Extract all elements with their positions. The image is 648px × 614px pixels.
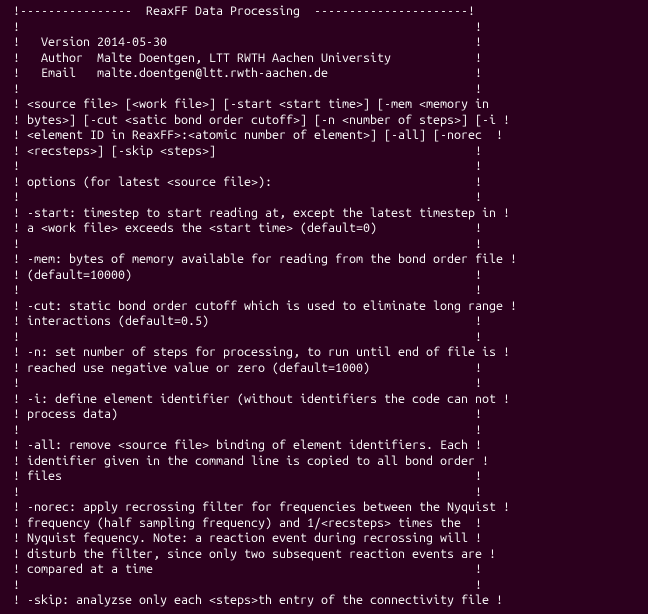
terminal-line: ! ! [6,159,642,175]
terminal-line: ! ! [6,190,642,206]
terminal-output: !---------------- ReaxFF Data Processing… [6,4,642,609]
terminal-line: ! Nyquist fequency. Note: a reaction eve… [6,531,642,547]
terminal-line: ! -skip: analyzse only each <steps>th en… [6,593,642,609]
terminal-line: ! a <work file> exceeds the <start time>… [6,221,642,237]
terminal-line: ! -i: define element identifier (without… [6,392,642,408]
terminal-line: ! Author Malte Doentgen, LTT RWTH Aachen… [6,51,642,67]
terminal-line: ! -all: remove <source file> binding of … [6,438,642,454]
terminal-line: ! -n: set number of steps for processing… [6,345,642,361]
terminal-line: ! options (for latest <source file>): ! [6,175,642,191]
terminal-line: ! process data) ! [6,407,642,423]
terminal-line: ! -norec: apply recrossing filter for fr… [6,500,642,516]
terminal-line: ! -mem: bytes of memory available for re… [6,252,642,268]
terminal-line: ! compared at a time ! [6,562,642,578]
terminal-line: ! bytes>] [-cut <satic bond order cutoff… [6,113,642,129]
terminal-line: ! ! [6,283,642,299]
terminal-line: ! identifier given in the command line i… [6,454,642,470]
terminal-line: ! interactions (default=0.5) ! [6,314,642,330]
terminal-line: ! Version 2014-05-30 ! [6,35,642,51]
terminal-line: ! -start: timestep to start reading at, … [6,206,642,222]
terminal-line: ! <source file> [<work file>] [-start <s… [6,97,642,113]
terminal-line: ! files ! [6,469,642,485]
terminal-line: ! ! [6,423,642,439]
terminal-line: ! -cut: static bond order cutoff which i… [6,299,642,315]
terminal-line: ! (default=10000) ! [6,268,642,284]
terminal-line: ! ! [6,485,642,501]
terminal-line: ! ! [6,330,642,346]
terminal-line: ! reached use negative value or zero (de… [6,361,642,377]
terminal-line: ! ! [6,376,642,392]
terminal-line: ! <element ID in ReaxFF>:<atomic number … [6,128,642,144]
terminal-line: ! <recsteps>] [-skip <steps>] ! [6,144,642,160]
terminal-line: ! ! [6,578,642,594]
terminal-line: ! ! [6,82,642,98]
terminal-line: ! Email malte.doentgen@ltt.rwth-aachen.d… [6,66,642,82]
terminal-line: !---------------- ReaxFF Data Processing… [6,4,642,20]
terminal-line: ! ! [6,237,642,253]
terminal-line: ! disturb the filter, since only two sub… [6,547,642,563]
terminal-line: ! frequency (half sampling frequency) an… [6,516,642,532]
terminal-line: ! ! [6,20,642,36]
